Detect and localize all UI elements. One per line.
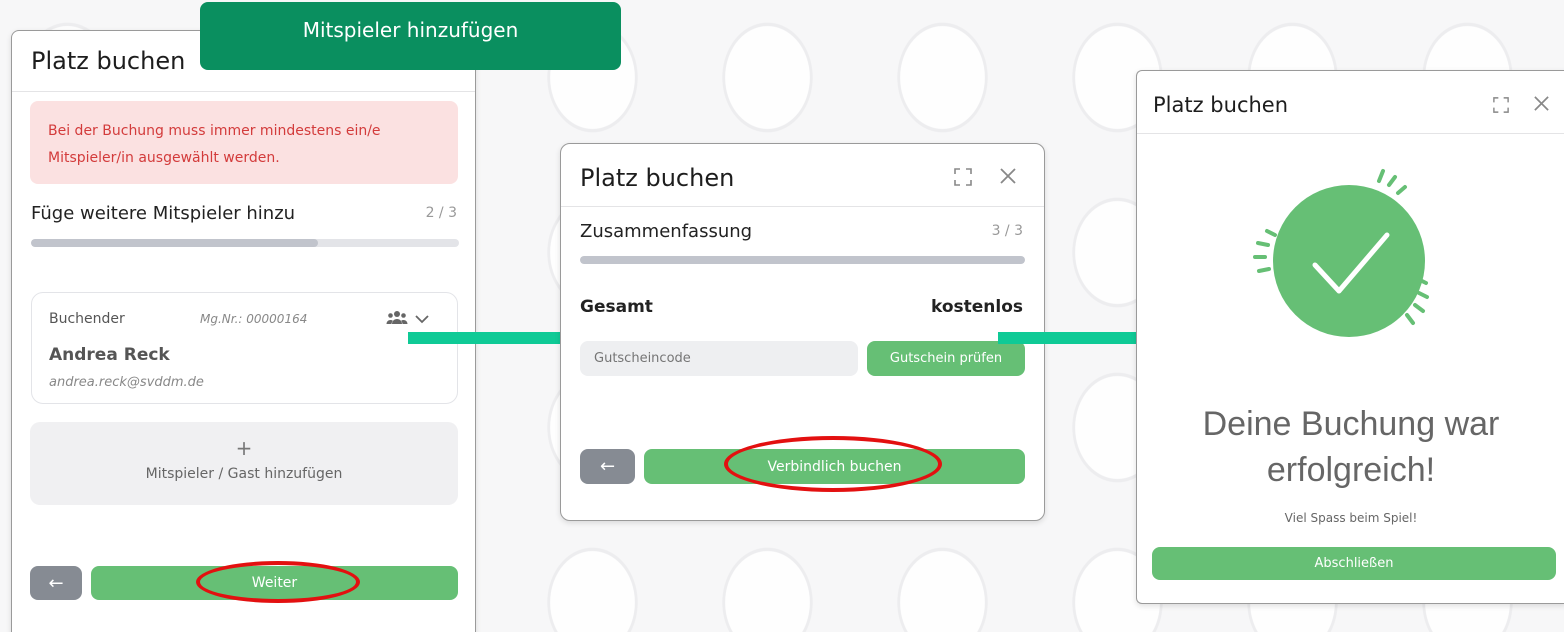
next-button[interactable]: Weiter [91,566,458,600]
step-label: Zusammenfassung [580,221,753,242]
close-icon[interactable] [1533,95,1550,115]
close-icon[interactable] [999,167,1017,188]
header-divider [561,206,1044,207]
success-headline: Deine Buchung war erfolgreich! [1137,401,1564,493]
arrow-left-icon: ← [599,456,616,477]
finish-button[interactable]: Abschließen [1152,547,1556,580]
book-button[interactable]: Verbindlich buchen [644,449,1025,484]
success-headline-line2: erfolgreich! [1266,451,1436,489]
voucher-check-label: Gutschein prüfen [889,351,1003,366]
finish-button-label: Abschließen [1314,556,1394,571]
arrow-left-icon: ← [48,572,64,594]
step-banner: Mitspieler hinzufügen [200,2,621,70]
success-headline-line1: Deine Buchung war [1202,405,1500,443]
error-alert-text: Bei der Buchung muss immer mindestens ei… [48,123,381,166]
progress-fill [31,239,318,247]
back-button[interactable]: ← [30,566,82,600]
book-button-label: Verbindlich buchen [767,458,902,475]
total-label: Gesamt [580,297,653,317]
fullscreen-icon[interactable] [954,168,972,189]
booking-modal-step2: Platz buchen Bei der Buchung muss immer … [11,30,476,632]
step-banner-label: Mitspieler hinzufügen [302,18,519,42]
add-player-button[interactable]: + Mitspieler / Gast hinzufügen [30,422,458,505]
modal-title: Platz buchen [1153,93,1289,117]
modal-title: Platz buchen [31,47,186,75]
voucher-input[interactable] [580,341,858,376]
booker-email: andrea.reck@svddm.de [49,375,204,390]
error-alert: Bei der Buchung muss immer mindestens ei… [30,101,458,184]
step-count: 3 / 3 [991,223,1023,239]
booker-role: Buchender [49,311,125,327]
progress-bar [31,239,459,247]
member-number: Mg.Nr.: 00000164 [200,312,308,326]
booking-modal-success: Platz buchen Deine Buchung war erfolgrei… [1136,70,1564,604]
next-button-label: Weiter [251,575,298,591]
success-check-icon [1253,169,1429,337]
progress-fill [580,256,1025,264]
back-button[interactable]: ← [580,449,635,484]
header-divider [12,91,475,92]
booker-card[interactable]: Buchender Mg.Nr.: 00000164 Andrea Reck a… [31,292,458,404]
plus-icon: + [235,436,253,460]
add-player-label: Mitspieler / Gast hinzufügen [145,466,343,482]
modal-title: Platz buchen [580,164,735,192]
success-subtext: Viel Spass beim Spiel! [1284,511,1418,525]
header-divider [1137,133,1564,134]
users-icon[interactable] [386,309,408,327]
fullscreen-icon[interactable] [1493,96,1509,116]
booking-modal-step3: Platz buchen Zusammenfassung 3 / 3 Gesam… [560,143,1045,521]
total-value: kostenlos [930,297,1023,317]
step-label: Füge weitere Mitspieler hinzu [31,203,296,224]
step-count: 2 / 3 [425,205,457,221]
booker-name: Andrea Reck [49,345,170,365]
progress-bar [580,256,1025,264]
